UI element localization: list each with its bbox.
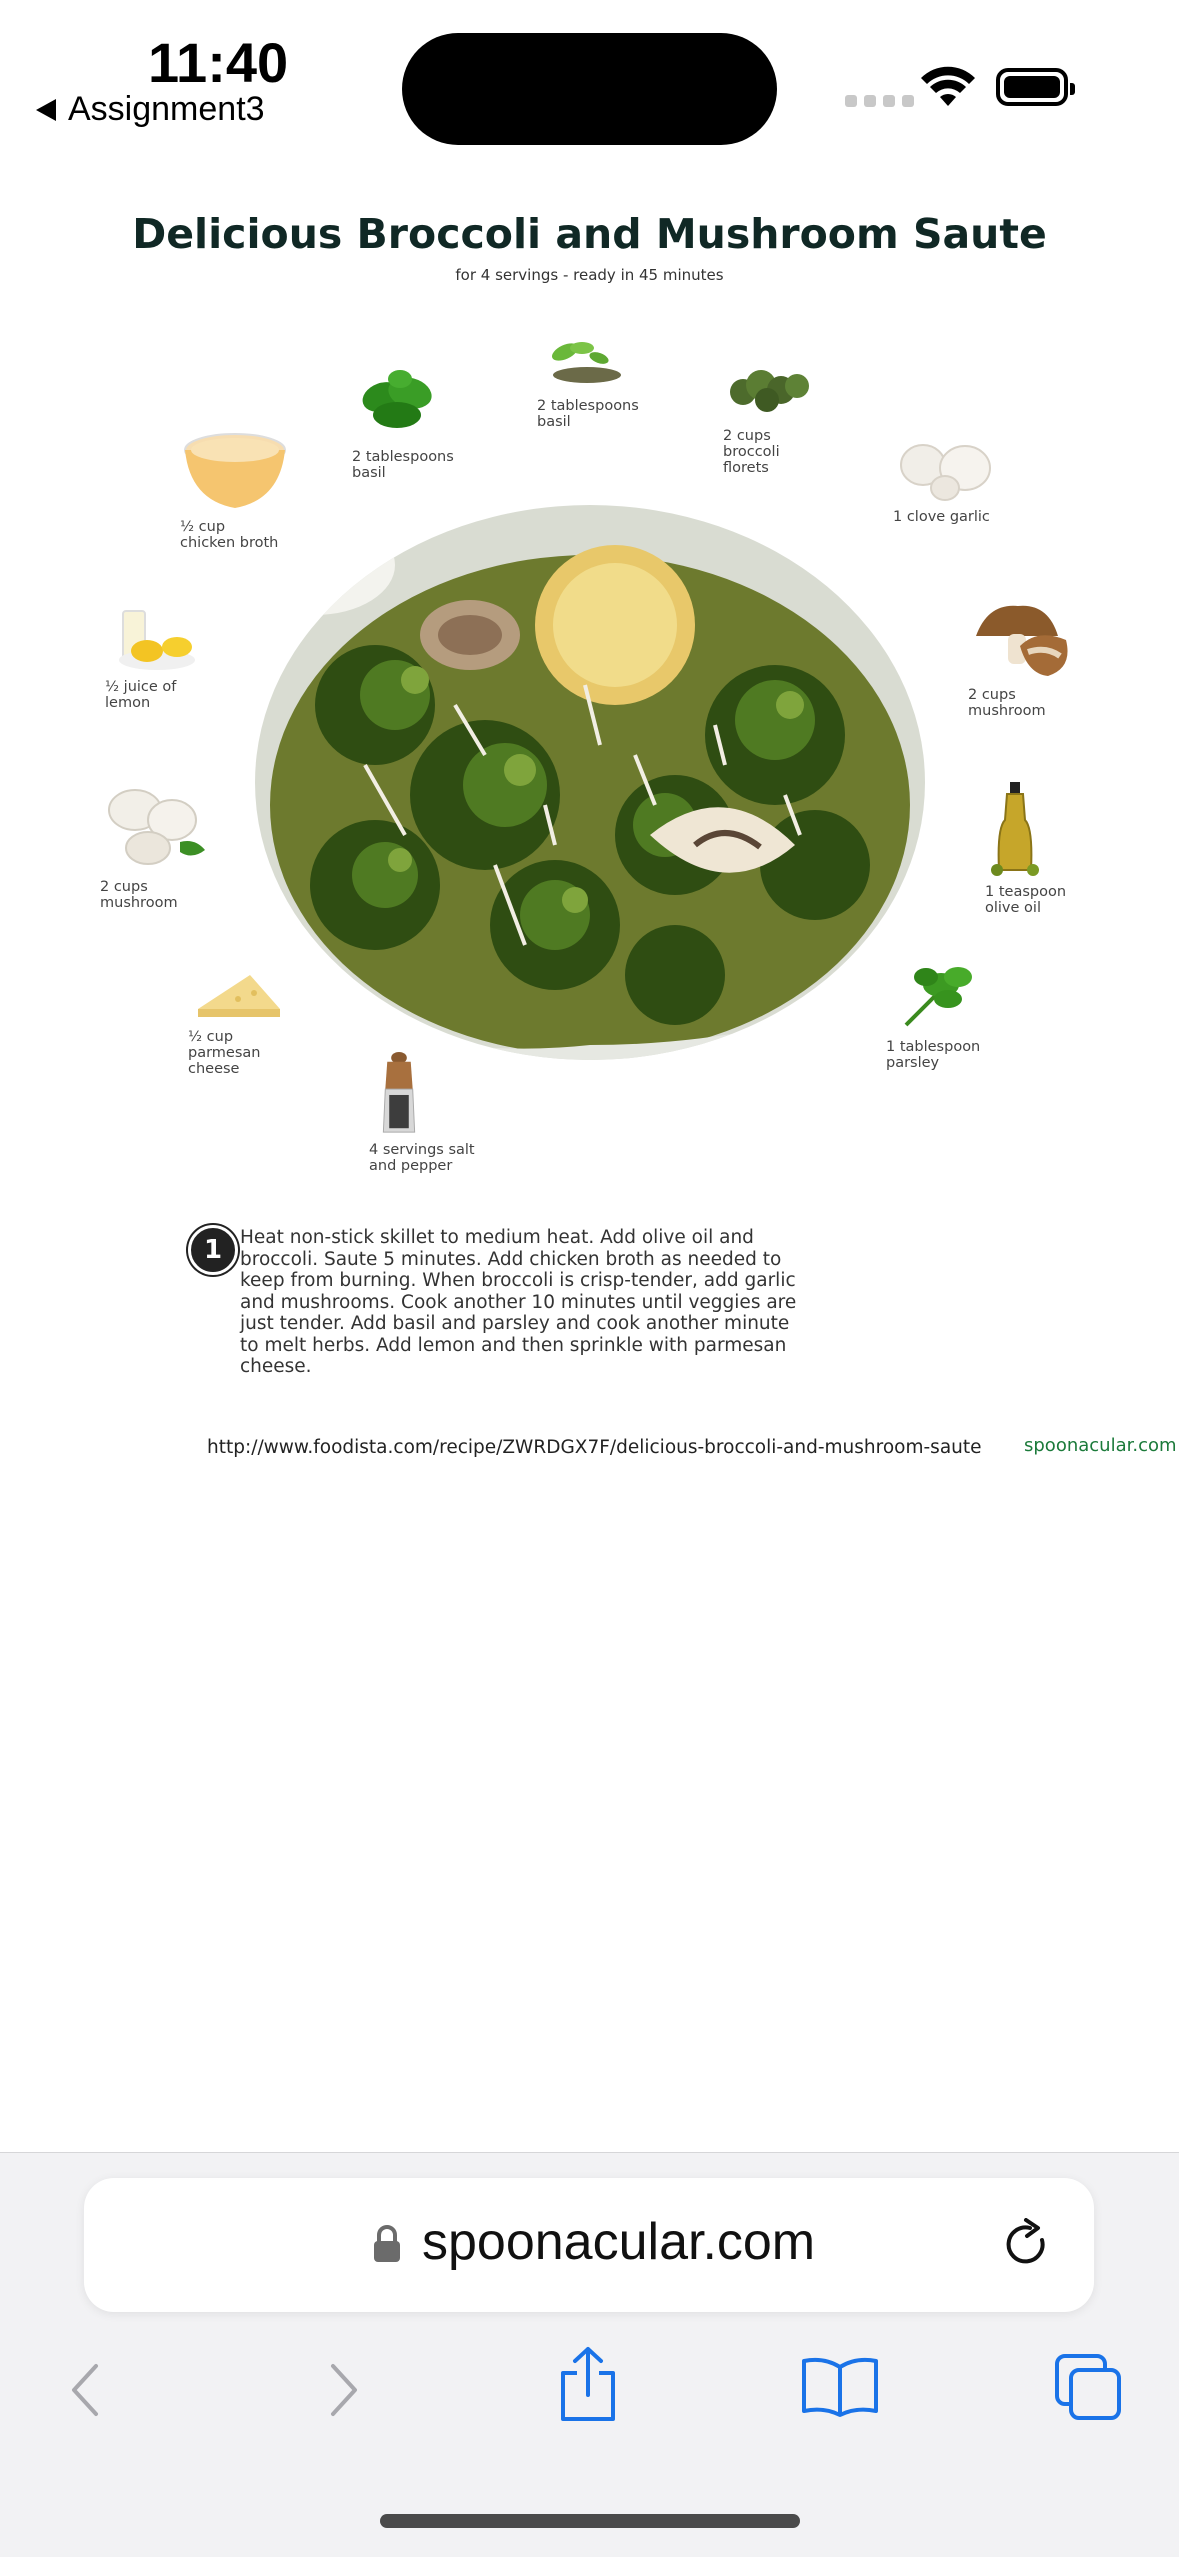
ingredient-label: ½ cup chicken broth bbox=[180, 519, 279, 551]
bookmarks-icon[interactable] bbox=[800, 2355, 880, 2419]
back-icon[interactable] bbox=[66, 2360, 106, 2420]
status-time: 11:40 bbox=[148, 31, 289, 94]
ingredient-label: 2 cups mushroom bbox=[100, 879, 178, 911]
tabs-icon[interactable] bbox=[1053, 2352, 1125, 2424]
dried-basil-icon bbox=[551, 342, 621, 383]
parsley-icon bbox=[904, 967, 972, 1027]
pepper-mill-icon bbox=[382, 1051, 416, 1133]
ingredient-label: ½ juice of lemon bbox=[105, 679, 177, 711]
url-text[interactable]: spoonacular.com bbox=[422, 2212, 815, 2272]
back-triangle-icon bbox=[36, 98, 56, 121]
forward-icon[interactable] bbox=[323, 2360, 363, 2420]
ingredient-label: 1 teaspoon olive oil bbox=[985, 884, 1067, 916]
ingredient-label: 2 tablespoons basil bbox=[537, 398, 639, 430]
broccoli-icon bbox=[730, 370, 809, 412]
basil-leaves-icon bbox=[362, 370, 432, 428]
ingredient-basil: 2 tablespoons basil bbox=[352, 355, 454, 481]
step-number-badge: 1 bbox=[188, 1225, 238, 1275]
ingredient-broccoli: 2 cups broccoli florets bbox=[723, 360, 813, 476]
step-instruction: Heat non-stick skillet to medium heat. A… bbox=[240, 1227, 797, 1377]
lemon-icon bbox=[119, 610, 195, 670]
white-mushroom-icon bbox=[108, 789, 205, 865]
ingredient-label: 2 cups mushroom bbox=[968, 687, 1046, 719]
garlic-icon bbox=[900, 444, 991, 501]
source-url-link[interactable]: http://www.foodista.com/recipe/ZWRDGX7F/… bbox=[207, 1437, 982, 1458]
ingredient-label: 2 tablespoons basil bbox=[352, 449, 454, 481]
reload-icon[interactable] bbox=[1000, 2218, 1054, 2272]
ingredient-mushroom: 2 cups mushroom bbox=[968, 598, 1078, 719]
recipe-title: Delicious Broccoli and Mushroom Saute bbox=[132, 210, 1047, 258]
ingredient-chicken-broth: ½ cup chicken broth bbox=[180, 420, 290, 551]
wifi-icon bbox=[921, 66, 975, 106]
back-app-label: Assignment3 bbox=[68, 90, 265, 128]
ingredient-parmesan: ½ cup parmesan cheese bbox=[188, 965, 288, 1077]
ingredient-label: 1 clove garlic bbox=[893, 509, 990, 525]
ingredient-lemon: ½ juice of lemon bbox=[105, 605, 205, 711]
broth-bowl-icon bbox=[184, 433, 286, 508]
parmesan-icon bbox=[198, 975, 280, 1017]
ingredient-label: 4 servings salt and pepper bbox=[369, 1142, 475, 1174]
share-icon[interactable] bbox=[555, 2345, 621, 2425]
cellular-signal-icon bbox=[845, 95, 914, 107]
ingredient-garlic: 1 clove garlic bbox=[893, 430, 1003, 525]
ingredient-salt-pepper: 4 servings salt and pepper bbox=[369, 1050, 475, 1174]
brand-watermark[interactable]: spoonacular.com bbox=[1024, 1435, 1177, 1456]
olive-oil-bottle-icon bbox=[991, 782, 1039, 876]
ingredient-label: 2 cups broccoli florets bbox=[723, 428, 780, 476]
ingredient-white-mushroom: 2 cups mushroom bbox=[100, 780, 210, 911]
lock-icon bbox=[374, 2225, 400, 2262]
recipe-subtitle: for 4 servings - ready in 45 minutes bbox=[455, 266, 724, 284]
battery-icon bbox=[996, 68, 1075, 106]
ingredient-dried-basil: 2 tablespoons basil bbox=[537, 330, 639, 430]
mushroom-icon bbox=[976, 605, 1068, 676]
ingredient-olive-oil: 1 teaspoon olive oil bbox=[985, 780, 1066, 916]
ingredient-label: 1 tablespoon parsley bbox=[886, 1039, 981, 1071]
ingredient-parsley: 1 tablespoon parsley bbox=[886, 955, 986, 1071]
back-to-app-button[interactable]: Assignment3 bbox=[36, 90, 265, 129]
ingredient-label: ½ cup parmesan cheese bbox=[188, 1029, 261, 1077]
dynamic-island bbox=[402, 33, 777, 145]
home-indicator[interactable] bbox=[380, 2514, 800, 2528]
dish-photo bbox=[255, 505, 925, 1060]
